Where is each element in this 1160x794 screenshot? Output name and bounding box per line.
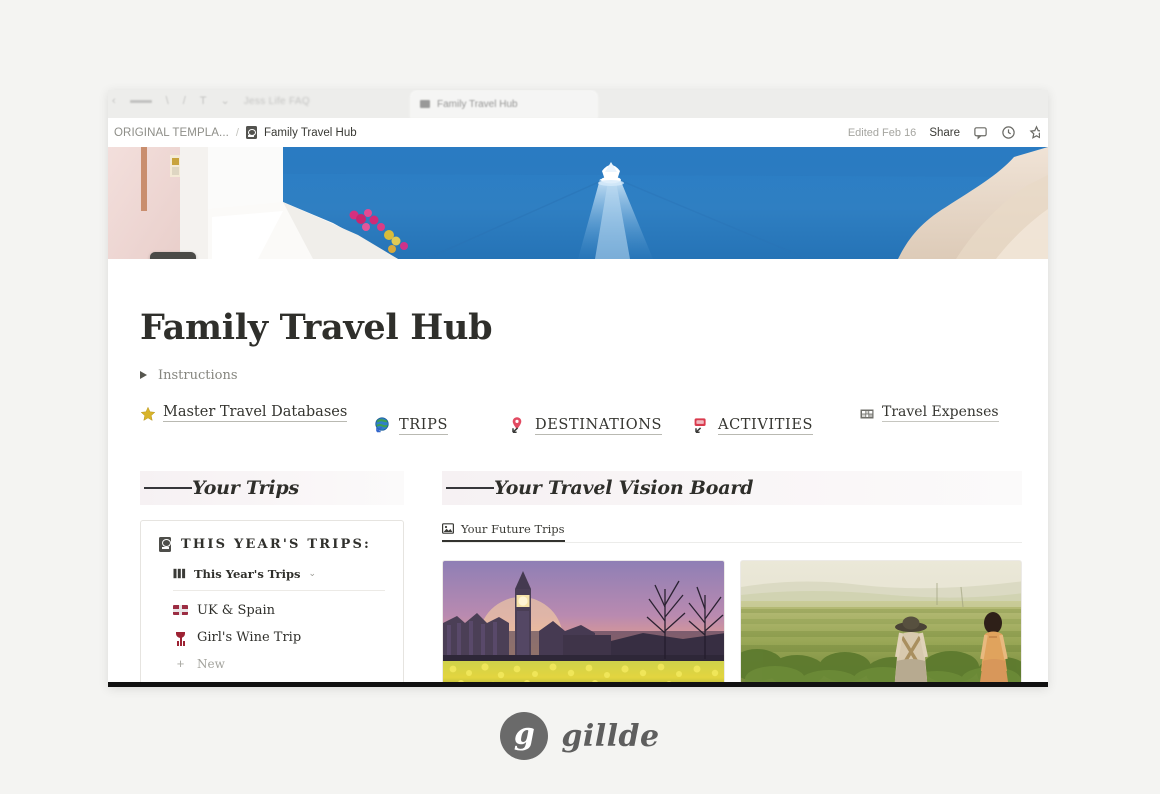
list-item-label: Girl's Wine Trip: [197, 629, 302, 645]
chrome-glyph-1: ‹: [112, 95, 116, 107]
content-columns: Your Trips THIS YEAR'S TRIPS: This Year'…: [140, 470, 1022, 687]
triangle-right-icon: [140, 371, 147, 379]
gillde-logo: g gillde: [0, 712, 1160, 760]
breadcrumb-current[interactable]: Family Travel Hub: [264, 127, 357, 139]
gillde-wordmark: gillde: [561, 718, 660, 754]
browser-tab-favicon: [420, 100, 430, 108]
gillde-mark-letter: g: [513, 717, 535, 752]
star-icon[interactable]: [1029, 125, 1040, 140]
card-divider: [173, 589, 385, 591]
browser-tab-label: Family Travel Hub: [437, 98, 518, 110]
table-icon: [859, 406, 875, 422]
edited-timestamp: Edited Feb 16: [847, 126, 917, 139]
gallery-icon: [442, 523, 454, 534]
browser-tab[interactable]: Family Travel Hub: [410, 90, 598, 118]
ticket-icon: [692, 416, 711, 435]
db-link-master-travel-databases[interactable]: Master Travel Databases: [140, 403, 348, 422]
list-item[interactable]: Girl's Wine Trip: [173, 630, 385, 645]
db-link-label: ACTIVITIES: [718, 416, 814, 435]
gallery-grid: [442, 559, 1022, 687]
view-name: This Year's Trips: [194, 566, 301, 581]
tab-your-future-trips[interactable]: Your Future Trips: [442, 522, 565, 542]
new-item-button[interactable]: + New: [173, 657, 385, 671]
database-view-selector[interactable]: This Year's Trips ⌄: [173, 567, 385, 581]
card-title: THIS YEAR'S TRIPS:: [181, 536, 372, 552]
topbar-actions: Edited Feb 16 Share: [848, 125, 1040, 140]
db-link-label: TRIPS: [399, 416, 449, 435]
list-item-label: UK & Spain: [197, 602, 276, 618]
section-header-vision-board: Your Travel Vision Board: [442, 470, 1022, 505]
chrome-glyph-2: [129, 100, 152, 103]
browser-toolbar-ghost: ‹ \ / T ⌄ Jess Life FAQ: [112, 95, 310, 108]
section-header-your-trips: Your Trips: [140, 470, 404, 505]
instructions-toggle[interactable]: Instructions: [140, 368, 1016, 383]
window-bottom-edge: [108, 682, 1048, 687]
page-title: Family Travel Hub: [140, 307, 493, 348]
chevron-down-icon[interactable]: ⌄: [308, 569, 316, 578]
browser-chrome-strip: ‹ \ / T ⌄ Jess Life FAQ Family Travel Hu…: [108, 90, 1048, 118]
db-link-destinations[interactable]: DESTINATIONS: [509, 416, 663, 435]
section-title: Your Trips: [192, 476, 299, 499]
breadcrumb-parent[interactable]: ORIGINAL TEMPLA...: [114, 127, 229, 139]
page-content: Family Travel Hub Instructions Master Tr…: [108, 259, 1048, 687]
gillde-mark: g: [500, 712, 549, 760]
wine-glass-icon: [173, 631, 188, 643]
list-item[interactable]: UK & Spain: [173, 603, 385, 618]
app-topbar: ORIGINAL TEMPLA... / Family Travel Hub E…: [108, 118, 1048, 147]
breadcrumb: ORIGINAL TEMPLA... / Family Travel Hub: [114, 126, 357, 139]
column-vision-board: Your Travel Vision Board Your Future Tri…: [442, 470, 1022, 687]
cover-image[interactable]: [108, 147, 1048, 259]
gallery-card-london[interactable]: [442, 559, 725, 687]
map-pin-icon: [509, 416, 528, 435]
card-header: THIS YEAR'S TRIPS:: [159, 536, 385, 552]
new-item-label: New: [197, 656, 225, 671]
star-icon: [140, 406, 156, 422]
page-passport-icon[interactable]: [150, 252, 196, 259]
gallery-tabs: Your Future Trips: [442, 519, 1022, 543]
chrome-ghost-label: Jess Life FAQ: [243, 96, 310, 107]
db-link-label: DESTINATIONS: [535, 416, 663, 435]
db-link-trips[interactable]: TRIPS: [373, 416, 449, 435]
board-view-icon: [173, 568, 186, 579]
db-link-label: Master Travel Databases: [163, 403, 348, 422]
comment-icon[interactable]: [973, 125, 988, 140]
browser-window: ‹ \ / T ⌄ Jess Life FAQ Family Travel Hu…: [108, 90, 1048, 687]
share-button[interactable]: Share: [929, 127, 960, 139]
passport-icon: [159, 536, 171, 552]
breadcrumb-separator: /: [235, 126, 239, 139]
tab-label: Your Future Trips: [461, 521, 565, 536]
clock-icon[interactable]: [1001, 125, 1016, 140]
plus-icon: +: [176, 656, 185, 671]
db-link-travel-expenses[interactable]: Travel Expenses: [859, 404, 999, 422]
section-rule: [446, 486, 494, 489]
database-links-row: Master Travel Databases TRIPS DESTINATIO…: [140, 403, 1016, 435]
instructions-label: Instructions: [158, 367, 238, 383]
gallery-card-vineyard[interactable]: [739, 559, 1022, 687]
uk-flag-icon: [173, 605, 188, 615]
db-link-label: Travel Expenses: [882, 403, 999, 422]
chrome-glyph-5: T: [199, 95, 207, 107]
section-title: Your Travel Vision Board: [494, 476, 754, 499]
chrome-glyph-4: /: [182, 95, 186, 107]
globe-icon: [373, 416, 392, 435]
passport-icon: [245, 126, 257, 139]
section-rule: [144, 486, 192, 489]
chrome-glyph-6: ⌄: [220, 95, 230, 107]
chrome-glyph-3: \: [165, 95, 169, 107]
db-link-activities[interactable]: ACTIVITIES: [692, 416, 814, 435]
this-years-trips-card: THIS YEAR'S TRIPS: This Year's Trips ⌄ U…: [140, 519, 404, 687]
screenshot-stage: ‹ \ / T ⌄ Jess Life FAQ Family Travel Hu…: [0, 0, 1160, 794]
column-your-trips: Your Trips THIS YEAR'S TRIPS: This Year'…: [140, 470, 404, 687]
